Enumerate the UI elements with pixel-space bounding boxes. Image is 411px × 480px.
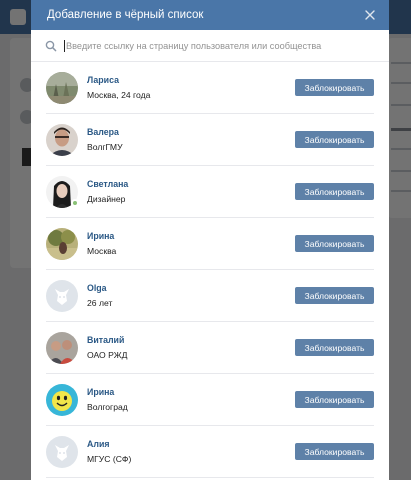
user-info: Olga 26 лет xyxy=(87,282,295,309)
block-button[interactable]: Заблокировать xyxy=(295,79,374,96)
user-name[interactable]: Olga xyxy=(87,282,295,294)
online-indicator xyxy=(71,198,79,207)
block-button[interactable]: Заблокировать xyxy=(295,287,374,304)
user-info: Виталий ОАО РЖД xyxy=(87,334,295,361)
list-item: Валера ВолгГМУ Заблокировать xyxy=(46,114,374,166)
list-item: Алия МГУС (СФ) Заблокировать xyxy=(46,426,374,478)
default-avatar-icon xyxy=(46,279,78,312)
search-bar xyxy=(31,30,389,62)
block-button[interactable]: Заблокировать xyxy=(295,235,374,252)
user-subtitle: Волгоград xyxy=(87,402,128,412)
avatar-photo xyxy=(46,123,78,156)
user-name[interactable]: Ирина xyxy=(87,230,295,242)
block-button[interactable]: Заблокировать xyxy=(295,443,374,460)
user-subtitle: ВолгГМУ xyxy=(87,142,123,152)
avatar[interactable] xyxy=(46,331,78,364)
user-subtitle: Москва xyxy=(87,246,117,256)
user-name[interactable]: Валера xyxy=(87,126,295,138)
avatar-photo xyxy=(46,383,78,416)
user-list: Лариса Москва, 24 года Заблокировать Вал… xyxy=(31,62,389,478)
modal-header: Добавление в чёрный список xyxy=(31,0,389,30)
avatar-photo xyxy=(46,71,78,104)
blacklist-modal: Добавление в чёрный список Введите ссылк… xyxy=(31,0,389,480)
user-name[interactable]: Алия xyxy=(87,438,295,450)
user-name[interactable]: Лариса xyxy=(87,74,295,86)
avatar[interactable] xyxy=(46,175,79,208)
list-item: Светлана Дизайнер Заблокировать xyxy=(46,166,374,218)
block-button[interactable]: Заблокировать xyxy=(295,391,374,408)
user-info: Валера ВолгГМУ xyxy=(87,126,295,153)
avatar[interactable] xyxy=(46,227,78,260)
list-item: Olga 26 лет Заблокировать xyxy=(46,270,374,322)
user-subtitle: Москва, 24 года xyxy=(87,90,151,100)
block-button[interactable]: Заблокировать xyxy=(295,183,374,200)
search-input[interactable] xyxy=(64,39,389,52)
user-info: Алия МГУС (СФ) xyxy=(87,438,295,465)
block-button[interactable]: Заблокировать xyxy=(295,131,374,148)
avatar[interactable] xyxy=(46,383,78,416)
avatar[interactable] xyxy=(46,435,78,468)
avatar[interactable] xyxy=(46,123,78,156)
avatar-photo xyxy=(46,227,78,260)
user-subtitle: Дизайнер xyxy=(87,194,126,204)
list-item: Виталий ОАО РЖД Заблокировать xyxy=(46,322,374,374)
list-item: Ирина Москва Заблокировать xyxy=(46,218,374,270)
avatar[interactable] xyxy=(46,71,78,104)
list-item: Лариса Москва, 24 года Заблокировать xyxy=(46,62,374,114)
list-item: Ирина Волгоград Заблокировать xyxy=(46,374,374,426)
avatar-photo xyxy=(46,331,78,364)
user-name[interactable]: Ирина xyxy=(87,386,295,398)
user-info: Светлана Дизайнер xyxy=(87,178,295,205)
user-subtitle: МГУС (СФ) xyxy=(87,454,132,464)
block-button[interactable]: Заблокировать xyxy=(295,339,374,356)
user-subtitle: 26 лет xyxy=(87,298,113,308)
user-info: Лариса Москва, 24 года xyxy=(87,74,295,101)
user-info: Ирина Волгоград xyxy=(87,386,295,413)
user-info: Ирина Москва xyxy=(87,230,295,257)
modal-title: Добавление в чёрный список xyxy=(47,9,204,21)
user-subtitle: ОАО РЖД xyxy=(87,350,128,360)
user-name[interactable]: Виталий xyxy=(87,334,295,346)
default-avatar-icon xyxy=(46,435,78,468)
close-icon[interactable] xyxy=(363,8,377,22)
avatar[interactable] xyxy=(46,279,78,312)
user-name[interactable]: Светлана xyxy=(87,178,295,190)
search-icon xyxy=(45,40,57,52)
